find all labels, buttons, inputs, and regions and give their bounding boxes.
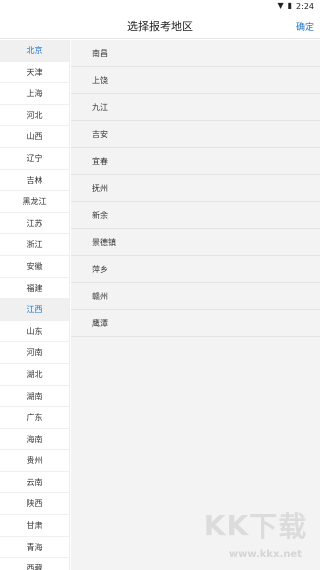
province-item[interactable]: 海南 bbox=[0, 429, 69, 451]
status-bar: ▼ ▮ 2:24 bbox=[0, 0, 320, 12]
province-item[interactable]: 福建 bbox=[0, 278, 69, 300]
province-item[interactable]: 山东 bbox=[0, 321, 69, 343]
city-item[interactable]: 景德镇 bbox=[71, 229, 320, 256]
status-time: 2:24 bbox=[296, 1, 314, 11]
province-item[interactable]: 北京 bbox=[0, 40, 69, 62]
province-item[interactable]: 辽宁 bbox=[0, 148, 69, 170]
province-item[interactable]: 湖南 bbox=[0, 386, 69, 408]
province-item[interactable]: 江西 bbox=[0, 299, 69, 321]
city-item[interactable]: 上饶 bbox=[71, 67, 320, 94]
province-item[interactable]: 安徽 bbox=[0, 256, 69, 278]
province-item[interactable]: 吉林 bbox=[0, 170, 69, 192]
page-title: 选择报考地区 bbox=[127, 20, 193, 33]
confirm-button[interactable]: 确定 bbox=[296, 20, 314, 33]
province-item[interactable]: 山西 bbox=[0, 126, 69, 148]
province-item[interactable]: 天津 bbox=[0, 62, 69, 84]
province-item[interactable]: 青海 bbox=[0, 537, 69, 559]
province-list: 北京 天津 上海 河北 山西 辽宁 吉林 黑龙江 江苏 浙江 安徽 福建 江西 山东 河南 湖北 湖南 广东 海南贵… bbox=[0, 40, 70, 570]
province-item[interactable]: 湖北 bbox=[0, 364, 69, 386]
watermark-logo: KK下载 bbox=[203, 508, 307, 544]
city-list: 南昌 上饶 九江 吉安 宜春 抚州 新余 景德镇 萍乡 赣州 鹰潭 bbox=[71, 40, 320, 570]
province-item[interactable]: 西藏 bbox=[0, 558, 69, 570]
province-item[interactable]: 上海 bbox=[0, 83, 69, 105]
city-item[interactable]: 南昌 bbox=[71, 40, 320, 67]
province-item[interactable]: 贵州 bbox=[0, 450, 69, 472]
header: 选择报考地区 确定 bbox=[0, 12, 320, 39]
city-item[interactable]: 赣州 bbox=[71, 283, 320, 310]
city-item[interactable]: 宜春 bbox=[71, 148, 320, 175]
battery-icon: ▮ bbox=[287, 1, 293, 10]
city-item[interactable]: 新余 bbox=[71, 202, 320, 229]
province-item[interactable]: 河南 bbox=[0, 342, 69, 364]
province-item[interactable]: 浙江 bbox=[0, 234, 69, 256]
province-item[interactable]: 甘肃 bbox=[0, 515, 69, 537]
city-item[interactable]: 抚州 bbox=[71, 175, 320, 202]
province-item[interactable]: 江苏 bbox=[0, 213, 69, 235]
city-item[interactable]: 萍乡 bbox=[71, 256, 320, 283]
watermark-url: www.kkx.net bbox=[228, 549, 302, 560]
wifi-icon: ▼ bbox=[277, 1, 284, 10]
city-item[interactable]: 鹰潭 bbox=[71, 310, 320, 337]
city-item[interactable]: 九江 bbox=[71, 94, 320, 121]
province-item[interactable]: 陕西 bbox=[0, 493, 69, 516]
province-item[interactable]: 河北 bbox=[0, 105, 69, 127]
province-item[interactable]: 云南 bbox=[0, 472, 69, 494]
province-item[interactable]: 广东 bbox=[0, 407, 69, 429]
province-item[interactable]: 黑龙江 bbox=[0, 191, 69, 213]
city-item[interactable]: 吉安 bbox=[71, 121, 320, 148]
